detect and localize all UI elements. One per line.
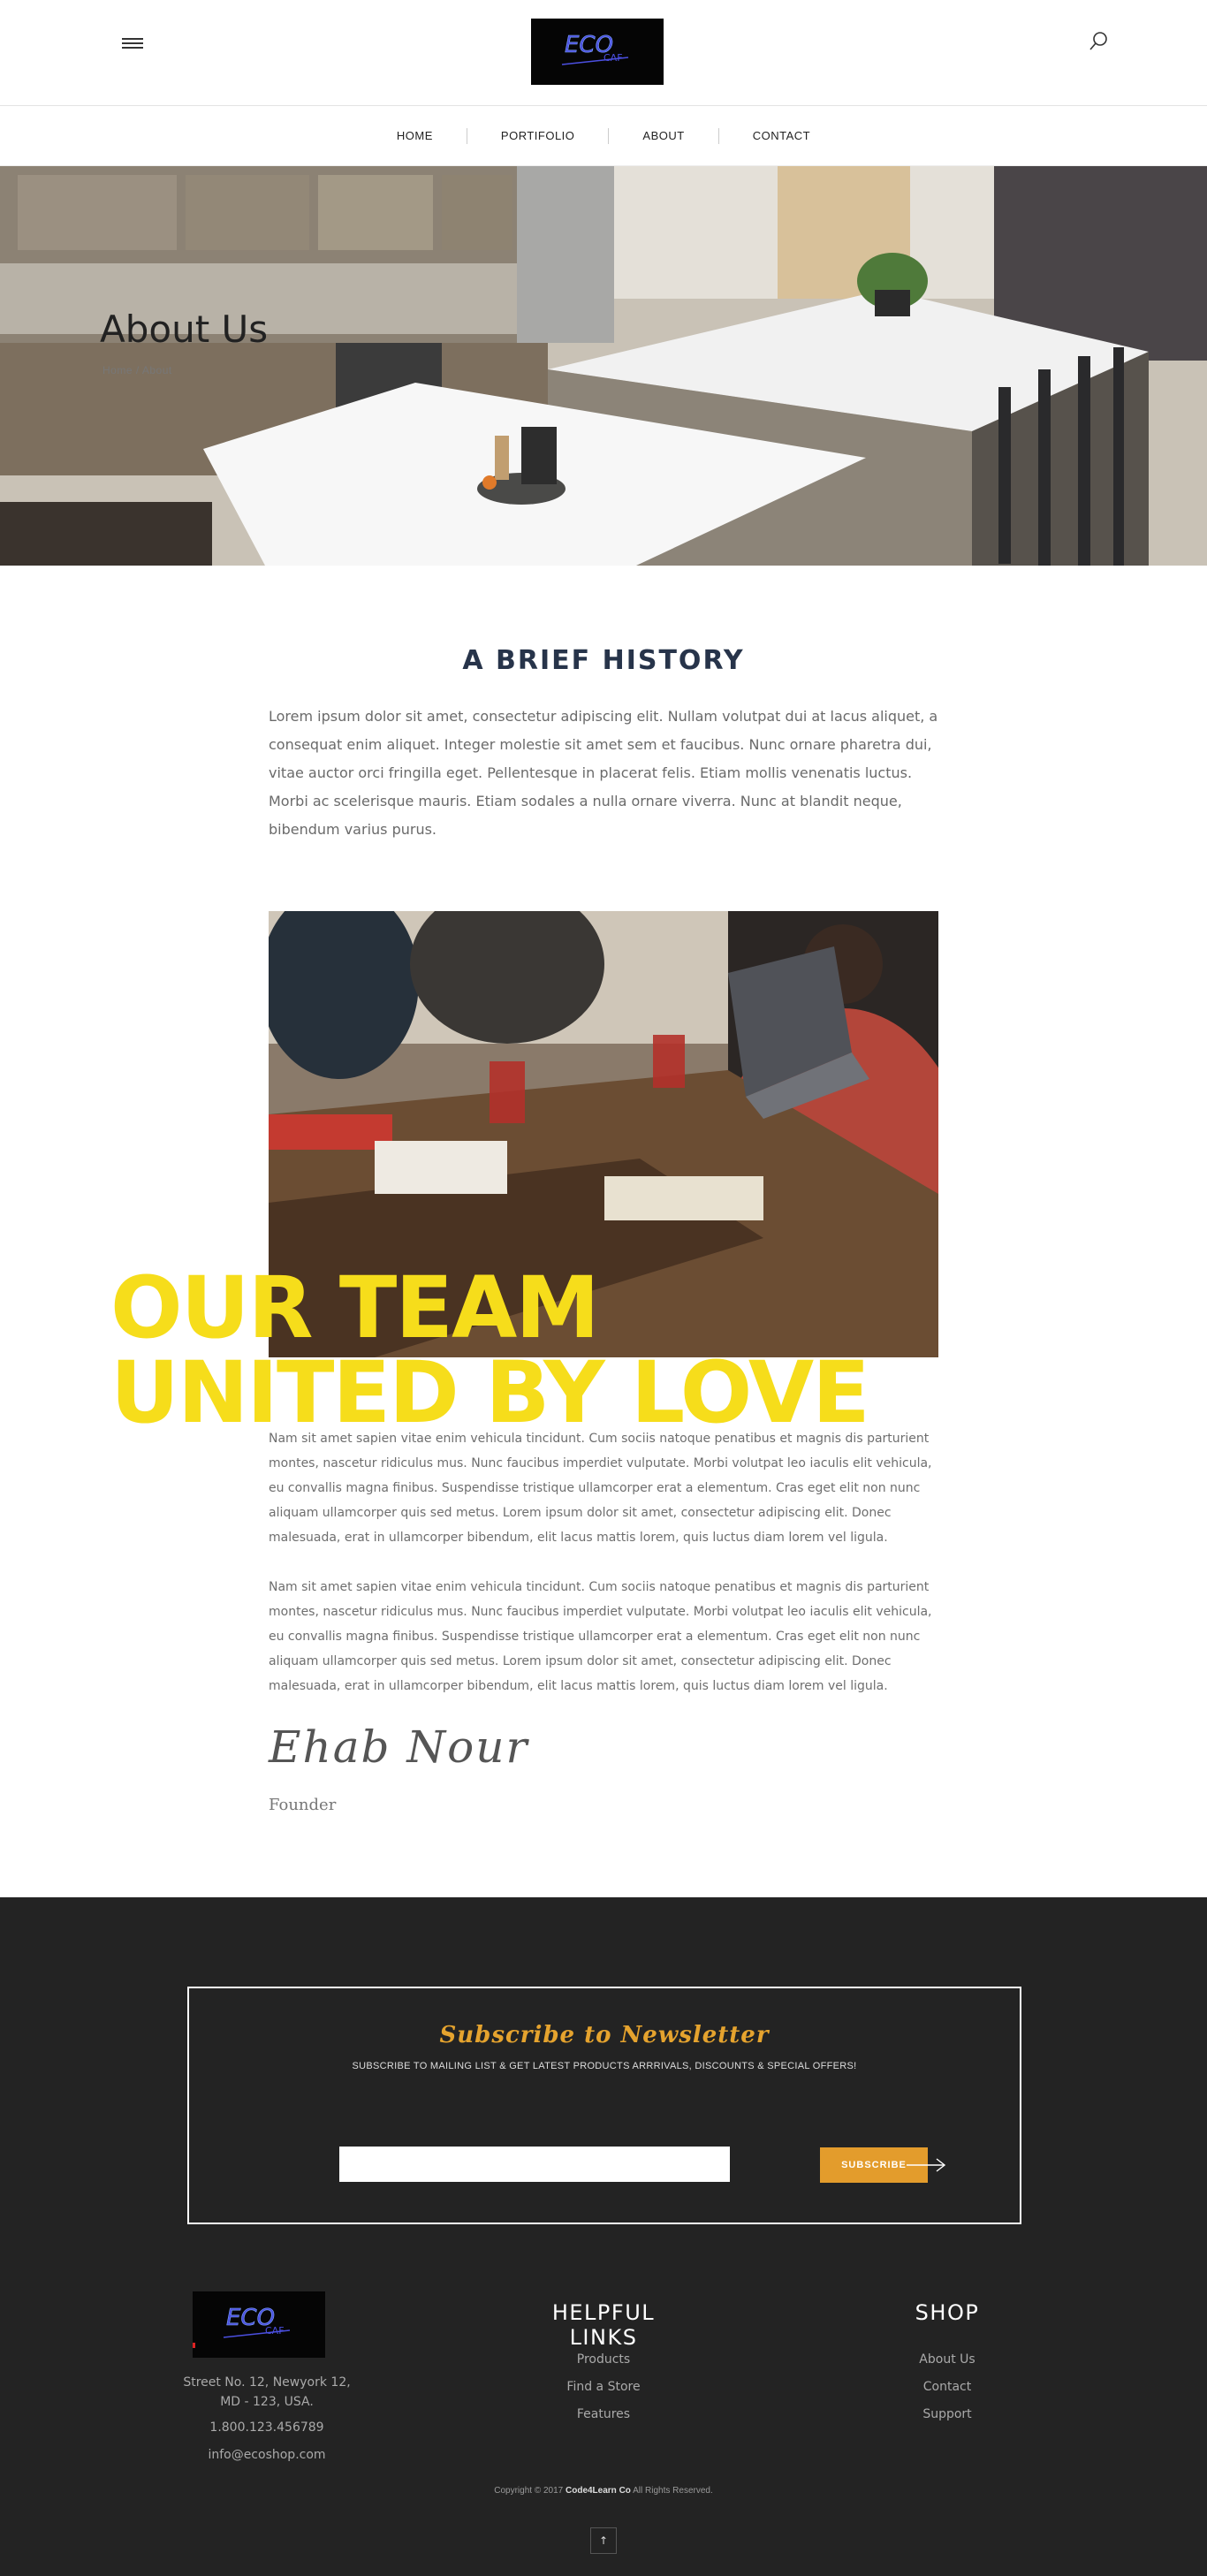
history-text: Lorem ipsum dolor sit amet, consectetur … [269, 708, 938, 838]
team-heading-line1: OUR TEAM [110, 1258, 600, 1357]
kitchen-photo [0, 166, 1207, 566]
team-paragraph-2: Nam sit amet sapien vitae enim vehicula … [269, 1580, 932, 1693]
helpful-links-title: HELPFUL LINKS [551, 2300, 656, 2350]
footer-email[interactable]: info@ecoshop.com [178, 2448, 355, 2462]
page-title: About Us [100, 308, 269, 351]
copyright-suffix: All Rights Reserved. [633, 2486, 713, 2496]
copyright-text: Copyright © 2017 Code4Learn Co All Right… [0, 2486, 1207, 2496]
nav-home[interactable]: HOME [363, 129, 467, 142]
newsletter-title: Subscribe to Newsletter [439, 2022, 770, 2048]
breadcrumb[interactable]: Home / About [102, 364, 172, 376]
shop-title: SHOP [915, 2300, 980, 2325]
team-paragraph-1: Nam sit amet sapien vitae enim vehicula … [269, 1432, 932, 1545]
team-heading: OUR TEAM UNITED BY LOVE [110, 1258, 870, 1442]
hamburger-menu-icon[interactable] [122, 35, 143, 51]
site-header: ECO CAF [0, 0, 1207, 106]
founder-role: Founder [269, 1796, 337, 1814]
footer-link-contact[interactable]: Contact [903, 2374, 991, 2401]
search-icon[interactable] [1087, 30, 1110, 53]
newsletter-email-input[interactable] [339, 2147, 730, 2182]
footer-link-support[interactable]: Support [903, 2401, 991, 2428]
site-logo[interactable]: ECO CAF [531, 19, 664, 85]
shop-links-list: About Us Contact Support [903, 2346, 991, 2428]
footer-link-find-store[interactable]: Find a Store [515, 2374, 692, 2401]
helpful-links-list: Products Find a Store Features [515, 2346, 692, 2428]
newsletter-box: Subscribe to Newsletter SUBSCRIBE TO MAI… [187, 1987, 1021, 2224]
copyright-brand[interactable]: Code4Learn Co [566, 2486, 631, 2496]
site-footer: Subscribe to Newsletter SUBSCRIBE TO MAI… [0, 1897, 1207, 2576]
footer-address: Street No. 12, Newyork 12, MD - 123, USA… [183, 2375, 351, 2409]
team-heading-line2: UNITED BY LOVE [110, 1343, 870, 1442]
main-navigation: HOME PORTIFOLIO ABOUT CONTACT [0, 106, 1207, 166]
nav-contact[interactable]: CONTACT [719, 129, 844, 142]
back-to-top-button[interactable]: ↑ [590, 2527, 617, 2554]
arrow-right-icon [907, 2158, 946, 2172]
footer-logo[interactable]: ECO CAF [193, 2291, 325, 2358]
footer-link-about[interactable]: About Us [903, 2346, 991, 2374]
footer-phone[interactable]: 1.800.123.456789 [178, 2420, 355, 2435]
footer-link-products[interactable]: Products [515, 2346, 692, 2374]
nav-portfolio[interactable]: PORTIFOLIO [467, 129, 609, 142]
founder-signature: Ehab Nour [269, 1721, 529, 1773]
footer-link-features[interactable]: Features [515, 2401, 692, 2428]
history-title: A BRIEF HISTORY [462, 645, 745, 676]
hero-banner: About Us Home / About [0, 166, 1207, 566]
nav-about[interactable]: ABOUT [609, 129, 717, 142]
copyright-prefix: Copyright © 2017 [494, 2486, 564, 2496]
newsletter-subtitle: SUBSCRIBE TO MAILING LIST & GET LATEST P… [352, 2061, 857, 2071]
